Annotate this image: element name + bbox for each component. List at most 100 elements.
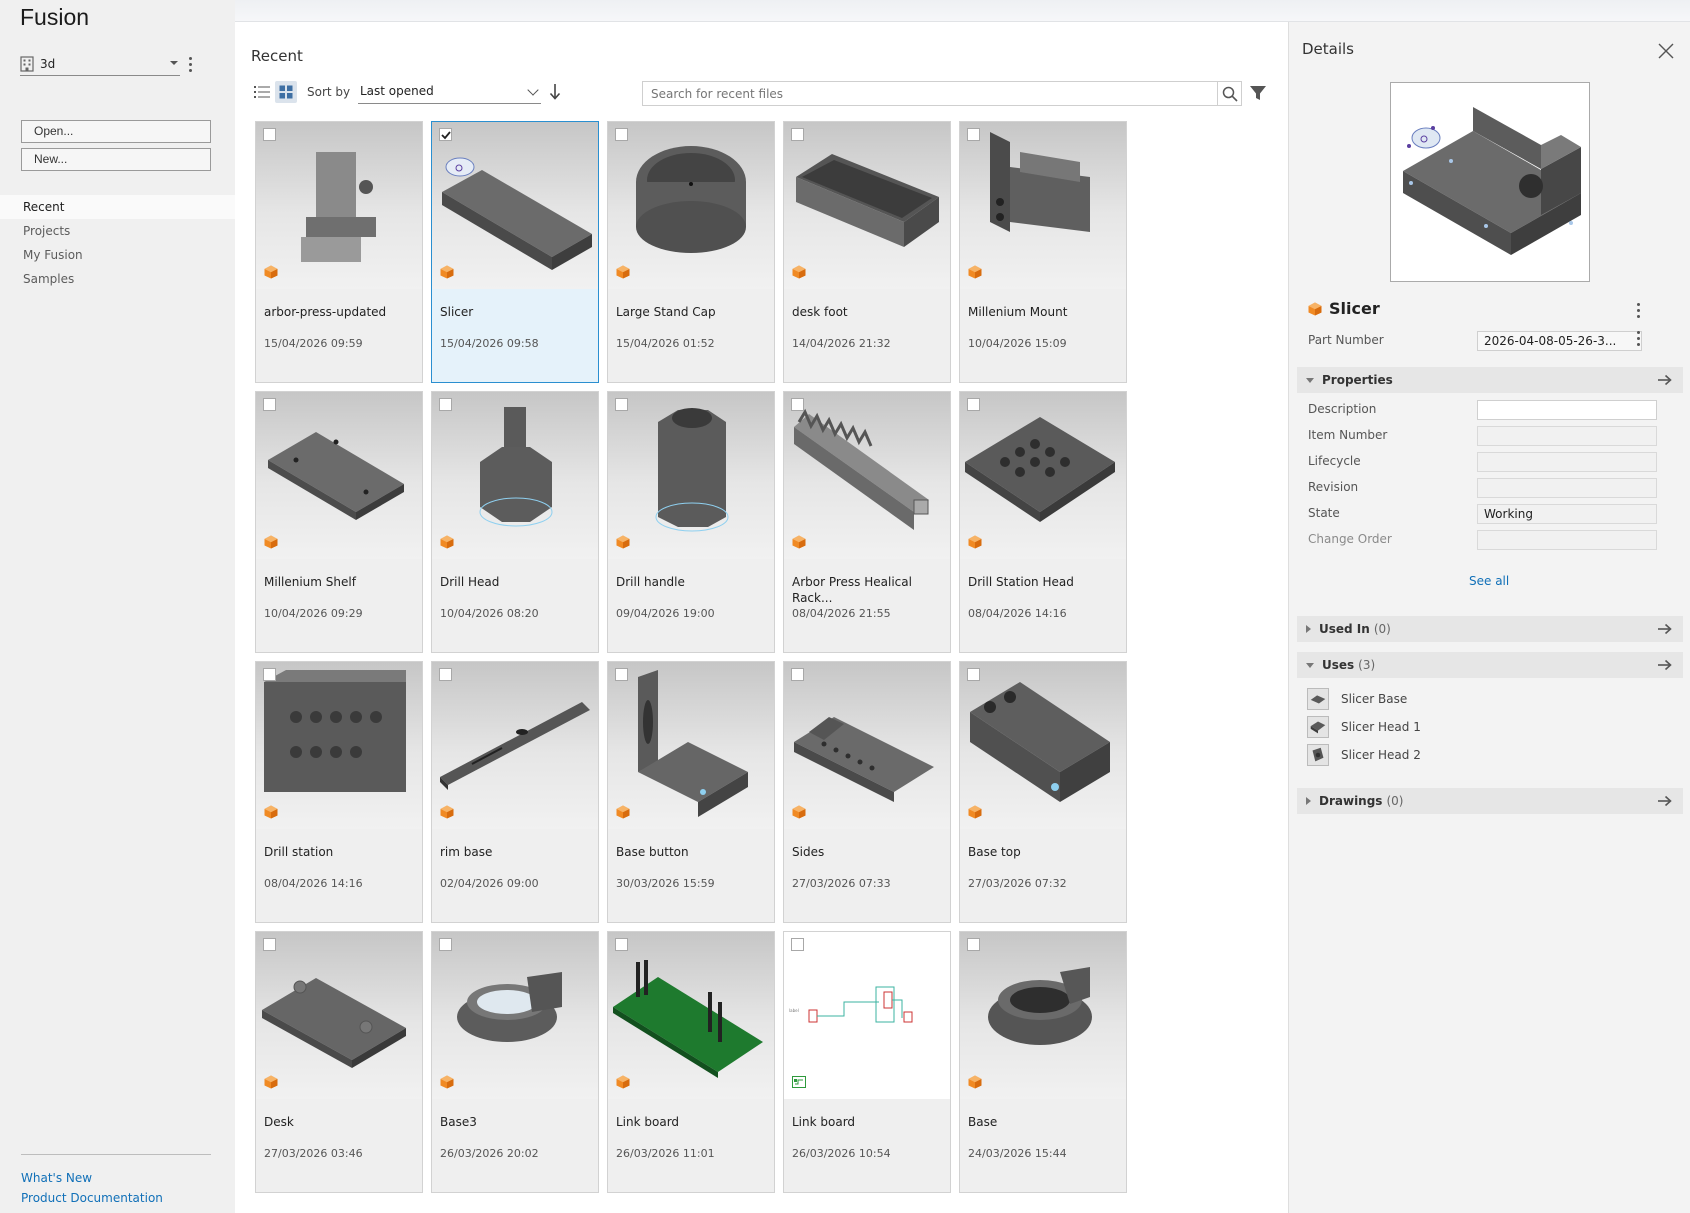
- uses-item[interactable]: Slicer Head 1: [1307, 716, 1421, 738]
- file-card[interactable]: Base3 26/03/2026 20:02: [431, 931, 599, 1193]
- file-select-checkbox[interactable]: [615, 668, 628, 681]
- file-select-checkbox[interactable]: [791, 398, 804, 411]
- expand-down-icon: [1306, 662, 1314, 668]
- arrow-right-icon[interactable]: [1657, 623, 1673, 635]
- sidebar-item-projects[interactable]: Projects: [0, 219, 235, 243]
- product-documentation-link[interactable]: Product Documentation: [21, 1191, 163, 1205]
- file-select-checkbox[interactable]: [967, 938, 980, 951]
- file-select-checkbox[interactable]: [791, 128, 804, 141]
- sort-select[interactable]: Last opened: [358, 80, 541, 104]
- file-thumbnail: [432, 662, 598, 829]
- grid-view-button[interactable]: [275, 81, 297, 103]
- file-card[interactable]: Link board 26/03/2026 11:01: [607, 931, 775, 1193]
- uses-item[interactable]: Slicer Base: [1307, 688, 1407, 710]
- file-date: 26/03/2026 11:01: [616, 1147, 715, 1160]
- file-select-checkbox[interactable]: [439, 668, 452, 681]
- search-input[interactable]: [642, 81, 1217, 106]
- file-name: Drill Station Head: [968, 575, 1074, 589]
- new-button[interactable]: New...: [21, 148, 211, 171]
- file-select-checkbox[interactable]: [791, 938, 804, 951]
- drawings-title: Drawings: [1319, 794, 1383, 808]
- file-thumbnail: [608, 122, 774, 289]
- sort-direction-icon[interactable]: [548, 83, 562, 101]
- file-select-checkbox[interactable]: [967, 128, 980, 141]
- drawings-section-header[interactable]: Drawings (0): [1297, 788, 1683, 814]
- part-number-field[interactable]: 2026-04-08-05-26-3...: [1477, 331, 1642, 351]
- file-date: 10/04/2026 09:29: [264, 607, 363, 620]
- file-select-checkbox[interactable]: [263, 398, 276, 411]
- file-card[interactable]: label Link board 26/03/2026 10:54: [783, 931, 951, 1193]
- component-thumbnail: [1307, 716, 1329, 738]
- uses-section-header[interactable]: Uses (3): [1297, 652, 1683, 678]
- file-card[interactable]: rim base 02/04/2026 09:00: [431, 661, 599, 923]
- property-field-description[interactable]: [1477, 400, 1657, 420]
- schematic-icon: [792, 1076, 806, 1088]
- open-button[interactable]: Open...: [21, 120, 211, 143]
- file-name: Arbor Press Healical Rack...: [792, 575, 912, 605]
- file-card[interactable]: Desk 27/03/2026 03:46: [255, 931, 423, 1193]
- sort-select-value: Last opened: [360, 84, 434, 98]
- close-icon[interactable]: [1656, 41, 1676, 61]
- sidebar-item-my-fusion[interactable]: My Fusion: [0, 243, 235, 267]
- list-view-button[interactable]: [251, 81, 273, 103]
- file-card[interactable]: Large Stand Cap 15/04/2026 01:52: [607, 121, 775, 383]
- search-icon: [1222, 86, 1238, 102]
- part-number-kebab-icon[interactable]: [1633, 329, 1643, 347]
- file-date: 27/03/2026 07:32: [968, 877, 1067, 890]
- file-card[interactable]: arbor-press-updated 15/04/2026 09:59: [255, 121, 423, 383]
- properties-section-header[interactable]: Properties: [1297, 367, 1683, 393]
- arrow-right-icon[interactable]: [1657, 374, 1673, 386]
- team-more-kebab-icon[interactable]: [185, 55, 195, 73]
- file-card[interactable]: Arbor Press Healical Rack... 08/04/2026 2…: [783, 391, 951, 653]
- file-select-checkbox[interactable]: [439, 128, 452, 141]
- file-card[interactable]: Drill station 08/04/2026 14:16: [255, 661, 423, 923]
- file-thumbnail: [960, 122, 1126, 289]
- file-card[interactable]: Millenium Shelf 10/04/2026 09:29: [255, 391, 423, 653]
- file-select-checkbox[interactable]: [439, 938, 452, 951]
- file-name: Drill Head: [440, 575, 500, 589]
- file-card[interactable]: desk foot 14/04/2026 21:32: [783, 121, 951, 383]
- uses-item[interactable]: Slicer Head 2: [1307, 744, 1421, 766]
- file-card[interactable]: Slicer 15/04/2026 09:58: [431, 121, 599, 383]
- arrow-right-icon[interactable]: [1657, 659, 1673, 671]
- file-thumbnail: [784, 392, 950, 559]
- file-date: 15/04/2026 09:59: [264, 337, 363, 350]
- file-select-checkbox[interactable]: [439, 398, 452, 411]
- file-select-checkbox[interactable]: [615, 938, 628, 951]
- details-preview-image: [1390, 82, 1590, 282]
- arrow-right-icon[interactable]: [1657, 795, 1673, 807]
- file-card[interactable]: Millenium Mount 10/04/2026 15:09: [959, 121, 1127, 383]
- details-name-row: Slicer: [1308, 299, 1380, 318]
- file-select-checkbox[interactable]: [791, 668, 804, 681]
- design-cube-icon: [440, 535, 454, 549]
- whats-new-link[interactable]: What's New: [21, 1171, 92, 1185]
- file-card[interactable]: Base button 30/03/2026 15:59: [607, 661, 775, 923]
- file-select-checkbox[interactable]: [967, 398, 980, 411]
- file-card[interactable]: Drill handle 09/04/2026 19:00: [607, 391, 775, 653]
- file-thumbnail: [960, 392, 1126, 559]
- used-in-section-header[interactable]: Used In (0): [1297, 616, 1683, 642]
- file-card[interactable]: Base top 27/03/2026 07:32: [959, 661, 1127, 923]
- file-card[interactable]: Sides 27/03/2026 07:33: [783, 661, 951, 923]
- file-select-checkbox[interactable]: [263, 668, 276, 681]
- sidebar-item-samples[interactable]: Samples: [0, 267, 235, 291]
- details-more-kebab-icon[interactable]: [1633, 301, 1643, 319]
- see-all-link[interactable]: See all: [1469, 574, 1509, 588]
- file-select-checkbox[interactable]: [263, 128, 276, 141]
- file-name: Base: [968, 1115, 998, 1129]
- file-card[interactable]: Drill Station Head 08/04/2026 14:16: [959, 391, 1127, 653]
- file-select-checkbox[interactable]: [263, 938, 276, 951]
- filter-icon[interactable]: [1249, 84, 1267, 102]
- file-thumbnail: [608, 662, 774, 829]
- team-selector[interactable]: 3d: [20, 53, 180, 76]
- file-card[interactable]: Drill Head 10/04/2026 08:20: [431, 391, 599, 653]
- property-field-revision: [1477, 478, 1657, 498]
- uses-item-label: Slicer Head 2: [1341, 748, 1421, 762]
- file-select-checkbox[interactable]: [615, 128, 628, 141]
- file-date: 09/04/2026 19:00: [616, 607, 715, 620]
- file-card[interactable]: Base 24/03/2026 15:44: [959, 931, 1127, 1193]
- search-button[interactable]: [1217, 81, 1242, 106]
- file-select-checkbox[interactable]: [615, 398, 628, 411]
- file-select-checkbox[interactable]: [967, 668, 980, 681]
- sidebar-item-recent[interactable]: Recent: [0, 195, 235, 219]
